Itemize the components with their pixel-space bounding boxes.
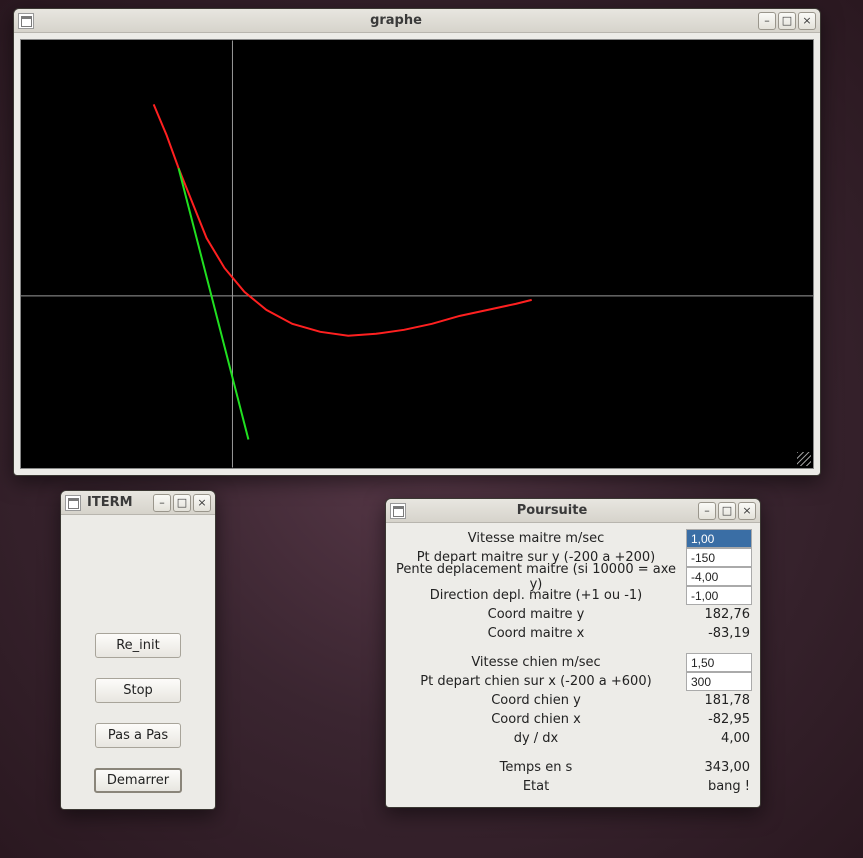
- input-vm[interactable]: [686, 529, 752, 548]
- minimize-button[interactable]: –: [698, 502, 716, 520]
- close-button[interactable]: ×: [193, 494, 211, 512]
- window-title: graphe: [38, 13, 754, 28]
- iterm-panel: Re_init Stop Pas a Pas Demarrer: [61, 515, 215, 803]
- titlebar-iterm[interactable]: ITERM – □ ×: [61, 491, 215, 515]
- window-title: ITERM: [85, 495, 149, 510]
- label-cmy: Coord maitre y: [392, 607, 686, 622]
- demarrer-button[interactable]: Demarrer: [94, 768, 182, 793]
- label-pdc: Pt depart chien sur x (-200 a +600): [392, 674, 686, 689]
- stop-button[interactable]: Stop: [95, 678, 181, 703]
- value-dydx: 4,00: [686, 731, 752, 746]
- window-graphe: graphe – □ ×: [13, 8, 821, 476]
- label-ccx: Coord chien x: [392, 712, 686, 727]
- titlebar-poursuite[interactable]: Poursuite – □ ×: [386, 499, 760, 523]
- poursuite-panel: Vitesse maitre m/sec Pt depart maitre su…: [386, 523, 760, 806]
- label-cmx: Coord maitre x: [392, 626, 686, 641]
- chart-svg: [21, 40, 813, 468]
- close-button[interactable]: ×: [798, 12, 816, 30]
- label-temps: Temps en s: [392, 760, 686, 775]
- reinit-button[interactable]: Re_init: [95, 633, 181, 658]
- value-cmy: 182,76: [686, 607, 752, 622]
- label-ccy: Coord chien y: [392, 693, 686, 708]
- input-vc[interactable]: [686, 653, 752, 672]
- close-button[interactable]: ×: [738, 502, 756, 520]
- input-dir[interactable]: [686, 586, 752, 605]
- maximize-button[interactable]: □: [718, 502, 736, 520]
- label-dir: Direction depl. maitre (+1 ou -1): [392, 588, 686, 603]
- window-iterm: ITERM – □ × Re_init Stop Pas a Pas Demar…: [60, 490, 216, 810]
- label-etat: Etat: [392, 779, 686, 794]
- value-cmx: -83,19: [686, 626, 752, 641]
- input-pdc[interactable]: [686, 672, 752, 691]
- value-ccx: -82,95: [686, 712, 752, 727]
- label-dydx: dy / dx: [392, 731, 686, 746]
- input-pente[interactable]: [686, 567, 752, 586]
- line-maitre: [179, 168, 249, 439]
- value-etat: bang !: [686, 779, 752, 794]
- input-pdm[interactable]: [686, 548, 752, 567]
- label-vm: Vitesse maitre m/sec: [392, 531, 686, 546]
- curve-chien: [154, 104, 532, 335]
- value-ccy: 181,78: [686, 693, 752, 708]
- app-icon: [390, 503, 406, 519]
- label-pente: Pente deplacement maitre (si 10000 = axe…: [392, 562, 686, 592]
- app-icon: [65, 495, 81, 511]
- titlebar-graphe[interactable]: graphe – □ ×: [14, 9, 820, 33]
- window-poursuite: Poursuite – □ × Vitesse maitre m/sec Pt …: [385, 498, 761, 808]
- pas-a-pas-button[interactable]: Pas a Pas: [95, 723, 181, 748]
- minimize-button[interactable]: –: [758, 12, 776, 30]
- resize-grip-icon[interactable]: [797, 452, 811, 466]
- maximize-button[interactable]: □: [778, 12, 796, 30]
- maximize-button[interactable]: □: [173, 494, 191, 512]
- value-temps: 343,00: [686, 760, 752, 775]
- app-icon: [18, 13, 34, 29]
- chart-canvas: [20, 39, 814, 469]
- label-vc: Vitesse chien m/sec: [392, 655, 686, 670]
- minimize-button[interactable]: –: [153, 494, 171, 512]
- window-title: Poursuite: [410, 503, 694, 518]
